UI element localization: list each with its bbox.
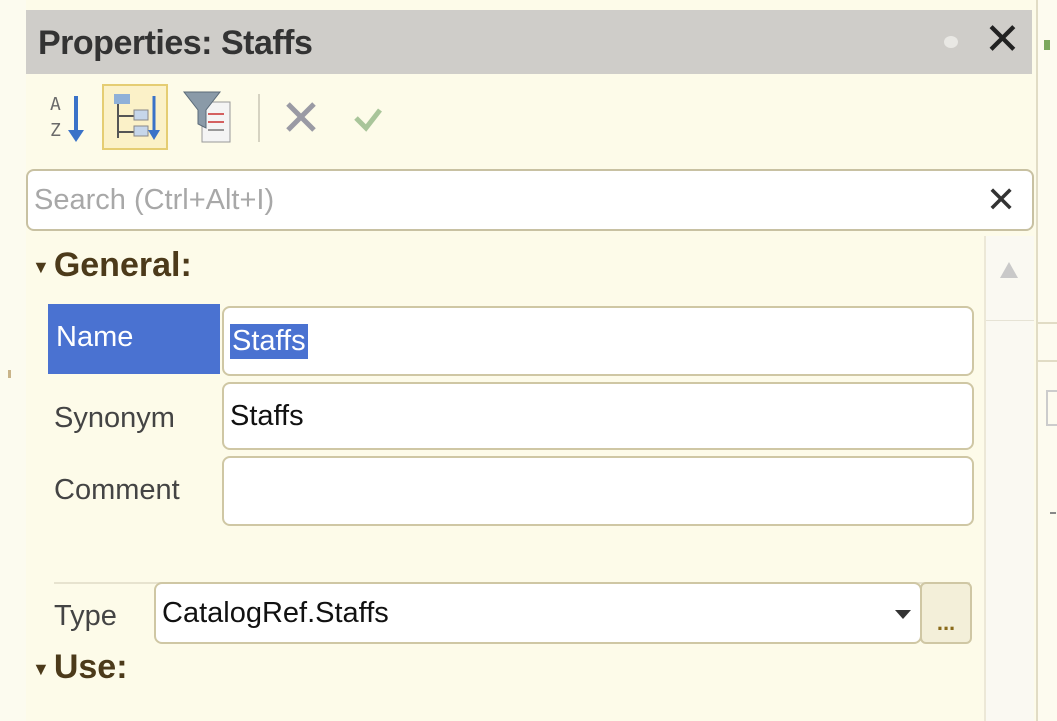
panel-titlebar: Properties: Staffs ✕: [26, 10, 1032, 74]
confirm-button[interactable]: [346, 98, 390, 138]
name-value: Staffs: [230, 323, 308, 359]
scroll-up-arrow-icon[interactable]: [998, 260, 1020, 280]
synonym-value: Staffs: [230, 399, 304, 432]
sort-alphabetical-icon: A Z: [50, 94, 84, 142]
svg-text:Z: Z: [50, 120, 61, 141]
comment-field[interactable]: [222, 456, 974, 526]
filter-icon: [182, 91, 231, 143]
left-edge-strip: [0, 0, 26, 721]
property-label-name[interactable]: Name: [48, 304, 220, 374]
adjacent-panel-divider: [1036, 322, 1057, 324]
close-panel-icon[interactable]: ✕: [984, 18, 1021, 62]
name-field[interactable]: Staffs: [222, 306, 974, 376]
adjacent-panel-tick-fragment: [1050, 512, 1056, 514]
type-select-more-button[interactable]: ...: [920, 582, 972, 644]
group-general[interactable]: ▼ General:: [32, 246, 192, 285]
search-input[interactable]: [34, 179, 964, 221]
adjacent-panel-icon-fragment: [1044, 40, 1050, 50]
property-list: ▼ General: Name Staffs Synonym Staffs Com…: [26, 236, 984, 721]
pin-icon[interactable]: [944, 36, 958, 48]
collapse-triangle-icon: ▼: [32, 256, 50, 277]
collapse-triangle-icon: ▼: [32, 658, 50, 679]
group-use-label: Use:: [53, 648, 128, 686]
delete-icon: [286, 102, 316, 132]
type-dropdown-button[interactable]: [886, 584, 920, 644]
adjacent-panel-box-fragment: [1046, 390, 1057, 426]
properties-panel: Properties: Staffs ✕ A Z Search (Ctrl+Al…: [26, 0, 1036, 721]
group-use[interactable]: ▼ Use:: [32, 648, 128, 687]
toolbar-separator: [258, 94, 260, 142]
chevron-down-icon: [895, 610, 911, 619]
left-edge-mark: [8, 370, 11, 378]
property-label-synonym: Synonym: [54, 402, 175, 434]
properties-toolbar: A Z: [26, 74, 1036, 166]
panel-title: Properties: Staffs: [38, 24, 313, 62]
categorized-view-icon: [114, 94, 160, 140]
synonym-field[interactable]: Staffs: [222, 382, 974, 450]
sort-alphabetical-button[interactable]: A Z: [36, 84, 102, 150]
type-value: CatalogRef.Staffs: [162, 596, 389, 629]
search-box: ✕: [26, 169, 1034, 231]
property-label-type: Type: [54, 600, 117, 632]
property-label-comment: Comment: [54, 474, 180, 506]
filter-button[interactable]: [176, 84, 242, 150]
vertical-scrollbar[interactable]: [984, 236, 1034, 721]
categorized-view-button[interactable]: [102, 84, 168, 150]
svg-text:A: A: [50, 94, 61, 115]
scrollbar-track: [986, 320, 1034, 321]
confirm-check-icon: [354, 108, 382, 132]
delete-button[interactable]: [278, 94, 324, 140]
type-field[interactable]: CatalogRef.Staffs: [154, 582, 922, 644]
group-general-label: General:: [53, 246, 192, 284]
adjacent-panel-divider-2: [1036, 360, 1057, 362]
clear-search-icon[interactable]: ✕: [986, 179, 1016, 221]
